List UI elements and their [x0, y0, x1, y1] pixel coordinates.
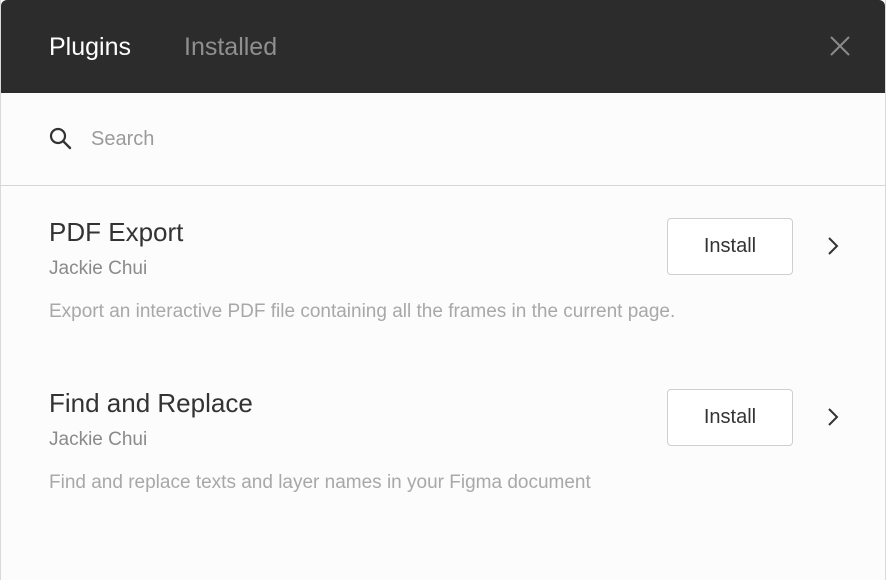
chevron-right-icon[interactable] [823, 235, 843, 257]
plugin-description: Find and replace texts and layer names i… [49, 472, 591, 493]
tab-plugins[interactable]: Plugins [49, 31, 131, 63]
search-icon [49, 127, 73, 151]
plugins-panel: Plugins Installed PDF Export Jackie Chui… [0, 0, 886, 580]
install-button[interactable]: Install [667, 389, 793, 446]
plugin-description: Export an interactive PDF file containin… [49, 301, 676, 322]
plugin-name: Find and Replace [49, 388, 253, 418]
chevron-right-icon[interactable] [823, 406, 843, 428]
search-input[interactable] [91, 123, 811, 155]
panel-header: Plugins Installed [1, 0, 885, 93]
close-icon[interactable] [829, 35, 851, 57]
plugin-name: PDF Export [49, 217, 184, 247]
plugin-item-find-and-replace: Find and Replace Jackie Chui Find and re… [1, 358, 885, 529]
tab-installed[interactable]: Installed [184, 31, 277, 63]
search-bar [1, 93, 885, 186]
plugin-author: Jackie Chui [49, 429, 148, 450]
plugin-item-pdf-export: PDF Export Jackie Chui Export an interac… [1, 187, 885, 358]
plugin-author: Jackie Chui [49, 258, 148, 279]
install-button[interactable]: Install [667, 218, 793, 275]
